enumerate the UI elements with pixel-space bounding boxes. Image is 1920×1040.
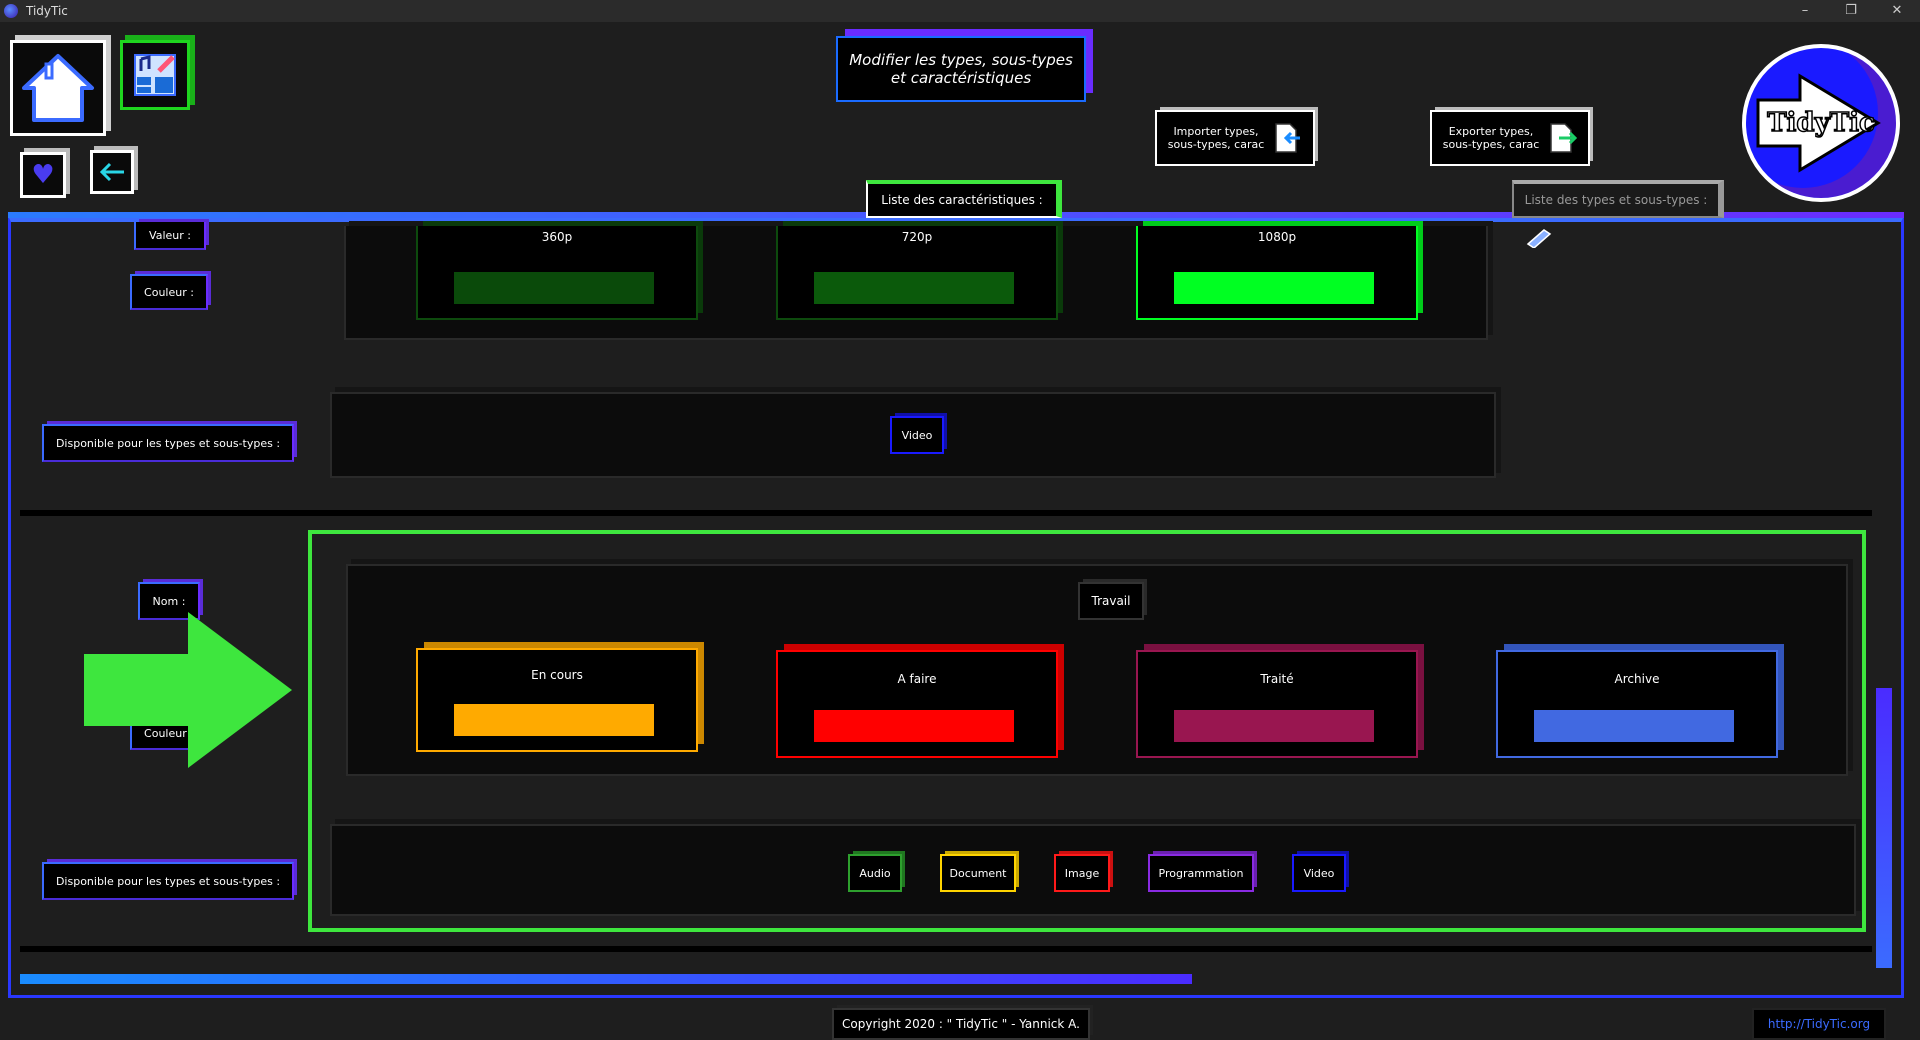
import-icon (1275, 123, 1301, 153)
tidytic-logo: TidyTic (1742, 44, 1900, 202)
home-icon (22, 54, 94, 122)
app-icon (4, 4, 18, 18)
status-card-en-cours[interactable]: En cours (416, 648, 698, 752)
value-card-selected[interactable]: 1080p (1136, 226, 1418, 320)
heart-icon: ♥ (31, 160, 55, 190)
available-label-text: Disponible pour les types et sous-types … (55, 436, 281, 450)
type-chip-document[interactable]: Document (940, 854, 1016, 892)
value-card-title: 360p (541, 230, 573, 244)
import-label-line2: sous-types, carac (1167, 138, 1265, 151)
close-button[interactable]: ✕ (1874, 0, 1920, 22)
window-titlebar: TidyTic – ❐ ✕ (0, 0, 1920, 22)
status-card-title: A faire (897, 672, 937, 686)
available-label: Disponible pour les types et sous-types … (42, 424, 294, 462)
status-card-swatch (1534, 710, 1734, 742)
status-card-title: Archive (1614, 672, 1660, 686)
value-card-swatch (454, 272, 654, 304)
status-card-swatch (814, 710, 1014, 742)
window-title: TidyTic (26, 4, 68, 18)
type-chip-programmation[interactable]: Programmation (1148, 854, 1254, 892)
section-divider-2 (20, 946, 1872, 952)
media-icon (134, 54, 176, 96)
import-label-line1: Importer types, (1173, 125, 1259, 138)
type-chip-image[interactable]: Image (1054, 854, 1110, 892)
status-card-traite[interactable]: Traité (1136, 650, 1418, 758)
type-chip-label: Video (1303, 866, 1335, 880)
color-label-text: Couleur : (144, 285, 194, 299)
value-card-title: 1080p (1257, 230, 1297, 244)
color-label: Couleur : (130, 274, 208, 310)
arrow-left-icon (99, 162, 124, 182)
status-card-swatch (454, 704, 654, 736)
back-button[interactable] (90, 150, 134, 194)
value-card-swatch (1174, 272, 1374, 304)
type-chip-label: Audio (859, 866, 891, 880)
status-card-swatch (1174, 710, 1374, 742)
copyright-text: Copyright 2020 : " TidyTic " - Yannick A… (842, 1017, 1080, 1031)
favorites-button[interactable]: ♥ (20, 152, 66, 198)
export-label-line2: sous-types, carac (1442, 138, 1540, 151)
tab-characteristics-label: Liste des caractéristiques : (881, 193, 1043, 207)
value-card-title: 720p (901, 230, 933, 244)
status-card-a-faire[interactable]: A faire (776, 650, 1058, 758)
status-card-title: Traité (1260, 672, 1294, 686)
value-card[interactable]: 720p (776, 226, 1058, 320)
available-label-2: Disponible pour les types et sous-types … (42, 862, 294, 900)
page-title-line2: et caractéristiques (890, 69, 1032, 87)
status-card-archive[interactable]: Archive (1496, 650, 1778, 758)
status-card-title: En cours (531, 668, 583, 682)
type-chip-video-2[interactable]: Video (1292, 854, 1346, 892)
logo-text: TidyTic (1766, 107, 1875, 139)
edit-pencil-icon[interactable] (1524, 228, 1552, 248)
category-name-chip[interactable]: Travail (1078, 582, 1144, 620)
export-icon (1550, 123, 1578, 153)
tab-types-label: Liste des types et sous-types : (1524, 193, 1708, 207)
website-link-text: http://TidyTic.org (1767, 1017, 1871, 1031)
tab-types[interactable]: Liste des types et sous-types : (1512, 180, 1724, 218)
horizontal-scrollbar[interactable] (20, 974, 1192, 984)
category-name-label: Travail (1091, 594, 1131, 608)
restore-button[interactable]: ❐ (1828, 0, 1874, 22)
type-chip-label: Image (1064, 866, 1100, 880)
minimize-button[interactable]: – (1782, 0, 1828, 22)
home-button[interactable] (10, 40, 106, 136)
export-button[interactable]: Exporter types, sous-types, carac (1430, 110, 1590, 166)
value-label: Valeur : (134, 222, 206, 250)
type-chip-label: Document (949, 866, 1007, 880)
name-label-text: Nom : (152, 594, 186, 608)
media-types-button[interactable] (120, 40, 190, 110)
page-title-line1: Modifier les types, sous-types (849, 51, 1073, 69)
value-card-swatch (814, 272, 1014, 304)
type-chip-audio[interactable]: Audio (848, 854, 902, 892)
available-label-2-text: Disponible pour les types et sous-types … (55, 874, 281, 888)
section-divider (20, 510, 1872, 516)
export-label-line1: Exporter types, (1448, 125, 1534, 138)
type-chip-label: Programmation (1158, 866, 1244, 880)
import-button[interactable]: Importer types, sous-types, carac (1155, 110, 1315, 166)
type-chip-label: Video (901, 428, 933, 442)
copyright-box: Copyright 2020 : " TidyTic " - Yannick A… (832, 1008, 1090, 1040)
page-title-box: Modifier les types, sous-types et caract… (836, 36, 1086, 102)
value-card[interactable]: 360p (416, 226, 698, 320)
type-chip-video[interactable]: Video (890, 416, 944, 454)
value-label-text: Valeur : (149, 228, 191, 242)
website-link[interactable]: http://TidyTic.org (1752, 1008, 1886, 1040)
tab-characteristics[interactable]: Liste des caractéristiques : (866, 180, 1062, 218)
window-controls: – ❐ ✕ (1782, 0, 1920, 22)
vertical-scrollbar[interactable] (1876, 688, 1892, 968)
arrow-right-icon (84, 612, 292, 768)
